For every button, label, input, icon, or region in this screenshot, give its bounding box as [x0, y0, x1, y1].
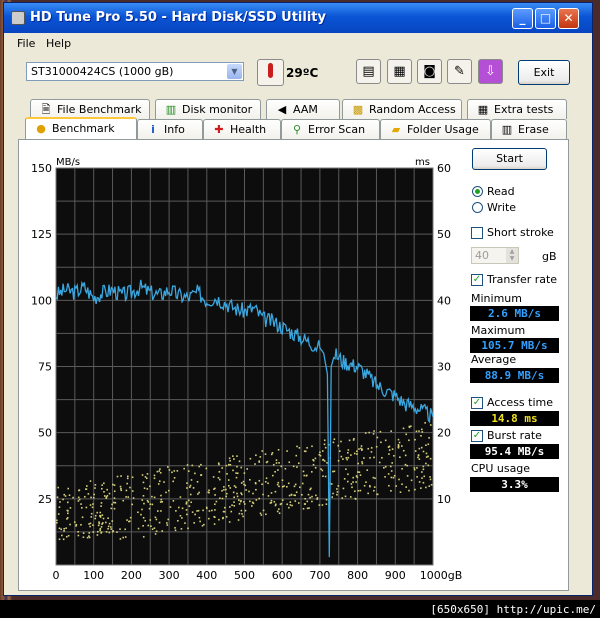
app-icon	[11, 11, 25, 25]
average-label: Average	[471, 353, 517, 366]
file-benchmark-icon: 🗎	[41, 103, 51, 116]
toolbar: ST31000424CS (1000 gB) ▼ 29ºC ▤ ▦ ◙ ✎ ⇩ …	[4, 55, 592, 91]
cpu-usage-value: 3.3%	[470, 477, 559, 492]
menu-help[interactable]: Help	[46, 37, 71, 50]
minimum-label: Minimum	[471, 292, 522, 305]
info-icon: i	[151, 123, 155, 136]
tab-label: AAM	[293, 103, 318, 116]
tab-label: Folder Usage	[407, 123, 479, 136]
write-label: Write	[487, 201, 517, 214]
transfer-rate-checkbox[interactable]: ✓	[471, 274, 483, 286]
benchmark-icon: ●	[36, 122, 46, 135]
exit-button[interactable]: Exit	[518, 60, 570, 85]
drive-select-value: ST31000424CS (1000 gB)	[31, 65, 174, 78]
close-button[interactable]: ✕	[558, 8, 579, 29]
tab-random-access[interactable]: ▩ Random Access	[342, 99, 462, 119]
tab-label: Disk monitor	[182, 103, 253, 116]
access-time-value: 14.8 ms	[470, 411, 559, 426]
menu-bar: File Help	[4, 33, 592, 53]
maximize-button[interactable]: □	[535, 8, 556, 29]
chevron-down-icon[interactable]: ▼	[227, 64, 242, 79]
tab-folder-usage[interactable]: ▰ Folder Usage	[380, 119, 491, 139]
tab-label: Benchmark	[52, 122, 115, 135]
thermometer-icon	[257, 59, 284, 86]
burst-rate-label: Burst rate	[487, 429, 542, 442]
title-bar[interactable]: HD Tune Pro 5.50 - Hard Disk/SSD Utility…	[4, 3, 592, 33]
short-stroke-checkbox[interactable]	[471, 227, 483, 239]
start-button[interactable]: Start	[472, 148, 547, 170]
stroke-unit-label: gB	[542, 250, 557, 263]
tab-extra-tests[interactable]: ▦ Extra tests	[467, 99, 567, 119]
menu-file[interactable]: File	[17, 37, 35, 50]
access-time-checkbox[interactable]: ✓	[471, 397, 483, 409]
tab-benchmark[interactable]: ● Benchmark	[25, 117, 137, 139]
tab-error-scan[interactable]: ⚲ Error Scan	[281, 119, 380, 139]
tab-label: Health	[230, 123, 267, 136]
camera-icon[interactable]: ◙	[417, 59, 442, 84]
magnifier-icon: ⚲	[292, 123, 302, 136]
random-access-icon: ▩	[352, 103, 364, 116]
transfer-rate-label: Transfer rate	[487, 273, 558, 286]
temperature-readout: 29ºC	[286, 66, 319, 80]
spinner-icon[interactable]: ▲ ▼	[506, 248, 518, 263]
tab-disk-monitor[interactable]: ▥ Disk monitor	[155, 99, 261, 119]
folder-icon: ▰	[391, 123, 401, 136]
tab-erase[interactable]: ▥ Erase	[491, 119, 567, 139]
minimize-button[interactable]: _	[512, 8, 533, 29]
speaker-icon: ◀	[277, 103, 287, 116]
write-radio[interactable]	[472, 202, 483, 213]
trash-icon: ▥	[501, 123, 513, 136]
read-label: Read	[487, 185, 515, 198]
read-radio[interactable]	[472, 186, 483, 197]
burst-rate-value: 95.4 MB/s	[470, 444, 559, 459]
tab-info[interactable]: i Info	[137, 119, 203, 139]
maximum-label: Maximum	[471, 324, 526, 337]
disk-monitor-icon: ▥	[165, 103, 177, 116]
image-footer: [650x650] http://upic.me/	[0, 600, 600, 618]
drive-select[interactable]: ST31000424CS (1000 gB) ▼	[26, 62, 244, 81]
cpu-usage-label: CPU usage	[471, 462, 531, 475]
save-icon[interactable]: ⇩	[478, 59, 503, 84]
short-stroke-label: Short stroke	[487, 226, 554, 239]
tab-label: Erase	[518, 123, 549, 136]
tab-label: File Benchmark	[57, 103, 142, 116]
tab-file-benchmark[interactable]: 🗎 File Benchmark	[30, 99, 150, 119]
tab-health[interactable]: ✚ Health	[203, 119, 281, 139]
copy-all-icon[interactable]: ▦	[387, 59, 412, 84]
copy-text-icon[interactable]: ▤	[356, 59, 381, 84]
tab-aam[interactable]: ◀ AAM	[266, 99, 340, 119]
tab-label: Extra tests	[494, 103, 554, 116]
tab-label: Random Access	[369, 103, 456, 116]
access-time-label: Access time	[487, 396, 554, 409]
window-title: HD Tune Pro 5.50 - Hard Disk/SSD Utility	[30, 10, 326, 25]
footer-caption: [650x650] http://upic.me/	[430, 603, 596, 616]
health-icon: ✚	[214, 123, 224, 136]
tab-label: Info	[164, 123, 185, 136]
average-value: 88.9 MB/s	[470, 368, 559, 383]
minimum-value: 2.6 MB/s	[470, 306, 559, 321]
extra-tests-icon: ▦	[477, 103, 489, 116]
tab-label: Error Scan	[308, 123, 366, 136]
maximum-value: 105.7 MB/s	[470, 338, 559, 353]
options-icon[interactable]: ✎	[447, 59, 472, 84]
burst-rate-checkbox[interactable]: ✓	[471, 430, 483, 442]
